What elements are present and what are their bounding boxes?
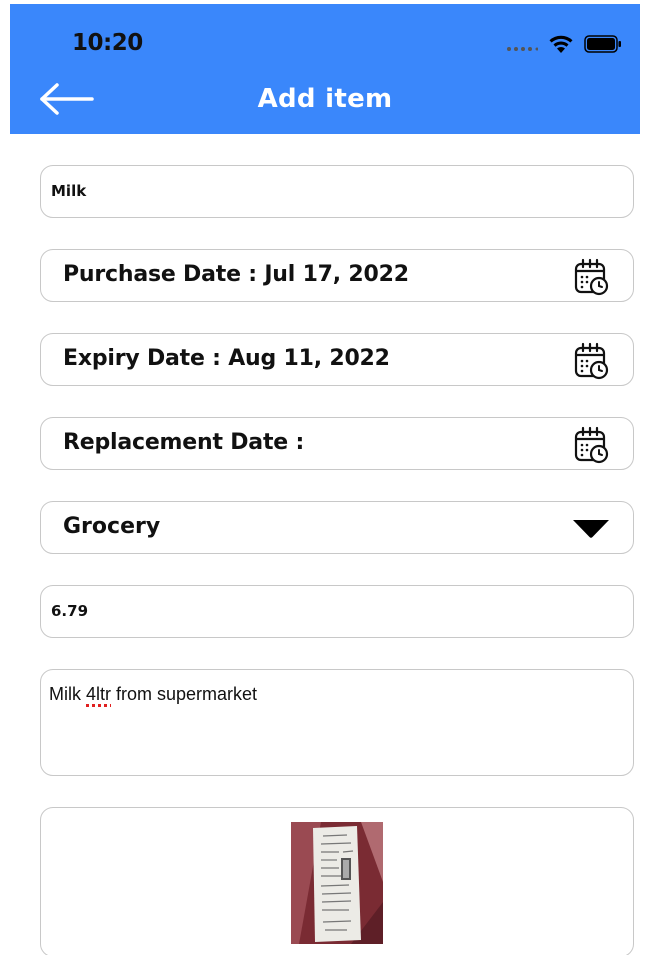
calendar-clock-icon[interactable]	[573, 426, 611, 464]
category-selected-value: Grocery	[63, 514, 161, 539]
battery-icon	[584, 35, 621, 53]
image-picker[interactable]	[40, 807, 634, 955]
receipt-photo[interactable]	[291, 822, 383, 944]
triangle-down-icon[interactable]	[571, 519, 611, 539]
calendar-clock-icon[interactable]	[573, 342, 611, 380]
item-name-value: Milk	[51, 182, 87, 200]
item-name-input[interactable]: Milk	[40, 165, 634, 218]
purchase-date-label: Purchase Date : Jul 17, 2022	[63, 262, 409, 287]
expiry-date-picker[interactable]: Expiry Date : Aug 11, 2022	[40, 333, 634, 386]
purchase-date-picker[interactable]: Purchase Date : Jul 17, 2022	[40, 249, 634, 302]
status-time: 10:20	[72, 30, 143, 56]
expiry-date-label: Expiry Date : Aug 11, 2022	[63, 346, 390, 371]
signal-dots-icon	[507, 47, 538, 51]
replacement-date-picker[interactable]: Replacement Date :	[40, 417, 634, 470]
app-header: 10:20 Add item	[10, 4, 640, 134]
notes-misspelled-word: 4ltr	[86, 684, 112, 704]
calendar-clock-icon[interactable]	[573, 258, 611, 296]
notes-text-before: Milk	[49, 684, 86, 704]
wifi-icon	[549, 35, 573, 53]
notes-text-after: from supermarket	[111, 684, 258, 704]
price-value: 6.79	[51, 602, 89, 620]
status-icons	[506, 34, 622, 54]
page-title: Add item	[257, 84, 393, 114]
notes-textarea[interactable]: Milk 4ltr from supermarket	[40, 669, 634, 776]
replacement-date-label: Replacement Date :	[63, 430, 305, 455]
category-dropdown[interactable]: Grocery	[40, 501, 634, 554]
notes-value: Milk 4ltr from supermarket	[49, 684, 257, 705]
price-input[interactable]: 6.79	[40, 585, 634, 638]
